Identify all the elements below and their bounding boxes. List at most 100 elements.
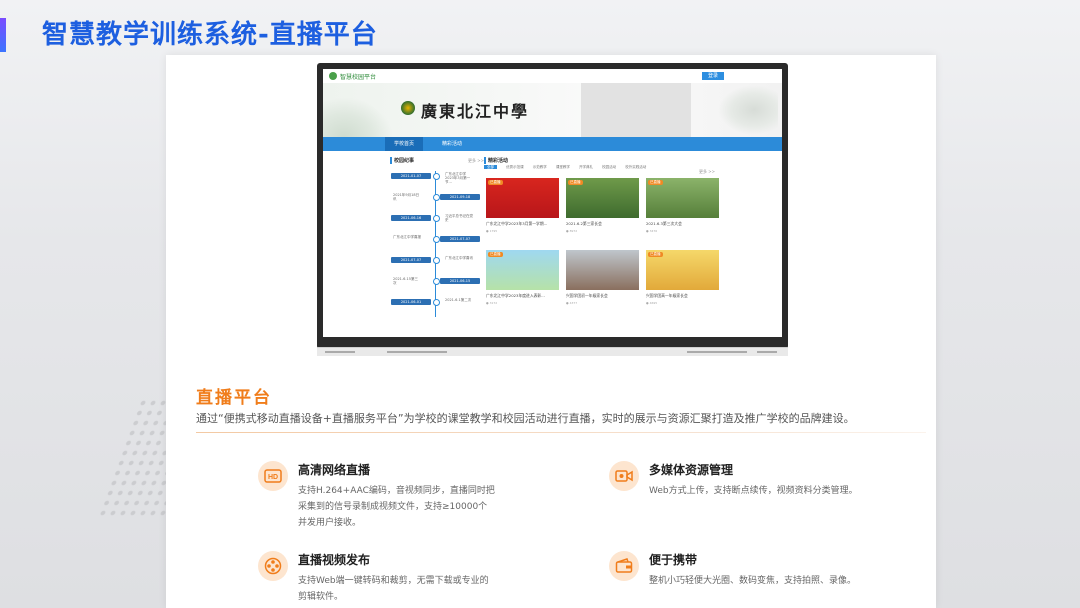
timeline-text[interactable]: 广东北江中学喜讯 bbox=[445, 256, 473, 260]
activity-caption[interactable]: 2021.6.3第三次大会 bbox=[646, 221, 720, 227]
feature-title: 高清网络直播 bbox=[298, 463, 371, 477]
base-indicator bbox=[687, 351, 747, 353]
filter-all[interactable]: 全部 bbox=[484, 165, 497, 169]
monitor-frame: 智慧校园平台 登录 廣東北江中學 学校首页 精彩活动 校园纪事 更多 >> 20… bbox=[317, 63, 788, 349]
base-indicator bbox=[757, 351, 777, 353]
timeline-dot bbox=[433, 215, 440, 222]
banner-tree-painting bbox=[718, 85, 778, 135]
activity-view-count: ● 1795 bbox=[486, 229, 498, 233]
timeline-date[interactable]: 2021-01-07 bbox=[391, 173, 431, 179]
activity-view-count: ● 4377 bbox=[566, 301, 578, 305]
feature-hd-live: HD 高清网络直播 支持H.264+AAC编码，音视频同步，直播同时把 采集到的… bbox=[258, 461, 558, 531]
filter-item[interactable]: 校园活动 bbox=[602, 165, 616, 169]
filter-item[interactable]: 校外实践活动 bbox=[625, 165, 646, 169]
feature-desc-line: 支持H.264+AAC编码，音视频同步，直播同时把 bbox=[298, 486, 495, 496]
site-banner: 廣東北江中學 bbox=[323, 83, 782, 137]
site-logo-icon bbox=[329, 72, 337, 80]
filter-item[interactable]: 开学典礼 bbox=[579, 165, 593, 169]
live-status-badge: 已直播 bbox=[568, 180, 583, 185]
timeline-date[interactable]: 2021-06-16 bbox=[391, 215, 431, 221]
activity-thumbnail[interactable]: 已直播 bbox=[486, 178, 559, 218]
school-emblem-icon bbox=[401, 101, 415, 115]
section-divider bbox=[196, 432, 926, 433]
feature-desc-line: 整机小巧轻便大光圈、数码变焦，支持拍照、录像。 bbox=[649, 576, 857, 586]
banner-landscape bbox=[323, 97, 393, 137]
timeline-text[interactable]: 2021年9月18日讯 bbox=[393, 193, 421, 201]
activity-view-count: ● 3476 bbox=[646, 229, 658, 233]
timeline-dot bbox=[433, 194, 440, 201]
feature-description: 整机小巧轻便大光圈、数码变焦，支持拍照、录像。 bbox=[649, 573, 856, 589]
activity-caption[interactable]: 广东北江中学2023年度进入表彰... bbox=[486, 293, 560, 299]
activity-caption[interactable]: 2021.6.2第三家长会 bbox=[566, 221, 640, 227]
hd-icon: HD bbox=[258, 461, 288, 491]
timeline-dot bbox=[433, 257, 440, 264]
site-login-button[interactable]: 登录 bbox=[702, 72, 724, 80]
activity-thumbnail[interactable]: 已直播 bbox=[646, 250, 719, 290]
film-reel-icon bbox=[258, 551, 288, 581]
live-status-badge: 已直播 bbox=[648, 180, 663, 185]
timeline-line bbox=[435, 171, 436, 317]
slide-title: 智慧教学训练系统-直播平台 bbox=[42, 20, 378, 50]
site-tab-home[interactable]: 学校首页 bbox=[385, 137, 423, 151]
live-status-badge: 已直播 bbox=[648, 252, 663, 257]
site-topbar: 智慧校园平台 登录 bbox=[323, 69, 782, 83]
base-indicator bbox=[387, 351, 447, 353]
school-name: 廣東北江中學 bbox=[421, 102, 530, 121]
wallet-icon bbox=[609, 551, 639, 581]
feature-description: 支持H.264+AAC编码，音视频同步，直播同时把 采集到的信号录制成视频文件，… bbox=[298, 483, 495, 531]
timeline-date[interactable]: 2021-06-15 bbox=[440, 278, 480, 284]
feature-description: 支持Web端一键转码和裁剪，无需下载或专业的 剪辑软件。 bbox=[298, 573, 489, 605]
activity-view-count: ● 3172 bbox=[486, 301, 498, 305]
timeline-title: 校园纪事 bbox=[390, 157, 414, 164]
activity-caption[interactable]: 广东北江中学2023年3月第一学期... bbox=[486, 221, 560, 227]
timeline-date[interactable]: 2021-09-18 bbox=[440, 194, 480, 200]
feature-description: Web方式上传，支持断点续传，视频资料分类管理。 bbox=[649, 483, 858, 499]
svg-text:HD: HD bbox=[268, 474, 278, 481]
feature-desc-line: 剪辑软件。 bbox=[298, 592, 344, 602]
title-accent-bar bbox=[0, 18, 6, 52]
timeline-text[interactable]: 广东北江中学喜报 bbox=[393, 235, 421, 239]
timeline-date[interactable]: 2021-07-07 bbox=[391, 257, 431, 263]
filter-item[interactable]: 课堂教学 bbox=[556, 165, 570, 169]
feature-desc-line: 并发用户接收。 bbox=[298, 518, 362, 528]
timeline-more-link[interactable]: 更多 >> bbox=[468, 158, 484, 164]
filter-item[interactable]: 示范教学 bbox=[533, 165, 547, 169]
activity-thumbnail[interactable]: 已直播 bbox=[566, 178, 639, 218]
timeline-dot bbox=[433, 236, 440, 243]
feature-portable: 便于携带 整机小巧轻便大光圈、数码变焦，支持拍照、录像。 bbox=[609, 551, 909, 601]
activity-view-count: ● 8972 bbox=[566, 229, 578, 233]
feature-desc-line: Web方式上传，支持断点续传，视频资料分类管理。 bbox=[649, 486, 858, 496]
base-indicator bbox=[325, 351, 355, 353]
timeline-text[interactable]: 习近平总书记在党史 bbox=[445, 214, 473, 222]
site-body: 校园纪事 更多 >> 2021-01-07 广东北江中学2023年3月第一节...… bbox=[323, 151, 782, 321]
activity-thumbnail[interactable]: 已直播 bbox=[646, 178, 719, 218]
timeline-date[interactable]: 2021-07-07 bbox=[440, 236, 480, 242]
feature-desc-line: 采集到的信号录制成视频文件，支持≥10000个 bbox=[298, 502, 488, 512]
activity-caption[interactable]: 兴国学团初一年级家长会 bbox=[566, 293, 640, 299]
activity-thumbnail[interactable]: 已直播 bbox=[486, 250, 559, 290]
timeline-text[interactable]: 广东北江中学2023年3月第一节... bbox=[445, 172, 473, 184]
timeline-dot bbox=[433, 278, 440, 285]
timeline-date[interactable]: 2021-06-01 bbox=[391, 299, 431, 305]
feature-title: 多媒体资源管理 bbox=[649, 463, 734, 477]
activities-title: 精彩活动 bbox=[484, 157, 508, 164]
feature-desc-line: 支持Web端一键转码和裁剪，无需下载或专业的 bbox=[298, 576, 489, 586]
monitor-screen: 智慧校园平台 登录 廣東北江中學 学校首页 精彩活动 校园纪事 更多 >> 20… bbox=[323, 69, 782, 337]
banner-gray-block bbox=[581, 83, 691, 137]
timeline-text[interactable]: 2021-6.15第三次 bbox=[393, 277, 421, 285]
feature-title: 便于携带 bbox=[649, 553, 698, 567]
video-camera-icon bbox=[609, 461, 639, 491]
section-title: 直播平台 bbox=[196, 388, 272, 408]
filter-item[interactable]: 优秀示范课 bbox=[506, 165, 524, 169]
activity-view-count: ● 4695 bbox=[646, 301, 658, 305]
content-card: 智慧校园平台 登录 廣東北江中學 学校首页 精彩活动 校园纪事 更多 >> 20… bbox=[166, 55, 936, 608]
site-tab-activities[interactable]: 精彩活动 bbox=[433, 137, 471, 151]
section-description: 通过“便携式移动直播设备+直播服务平台”为学校的课堂教学和校园活动进行直播，实时… bbox=[196, 412, 855, 425]
feature-title: 直播视频发布 bbox=[298, 553, 371, 567]
activity-caption[interactable]: 兴国学团高一年级家长会 bbox=[646, 293, 720, 299]
activity-thumbnail[interactable] bbox=[566, 250, 639, 290]
timeline-dot bbox=[433, 299, 440, 306]
site-logo-text: 智慧校园平台 bbox=[340, 73, 377, 81]
timeline-text[interactable]: 2021-6.1第二次 bbox=[445, 298, 473, 302]
timeline-dot bbox=[433, 173, 440, 180]
